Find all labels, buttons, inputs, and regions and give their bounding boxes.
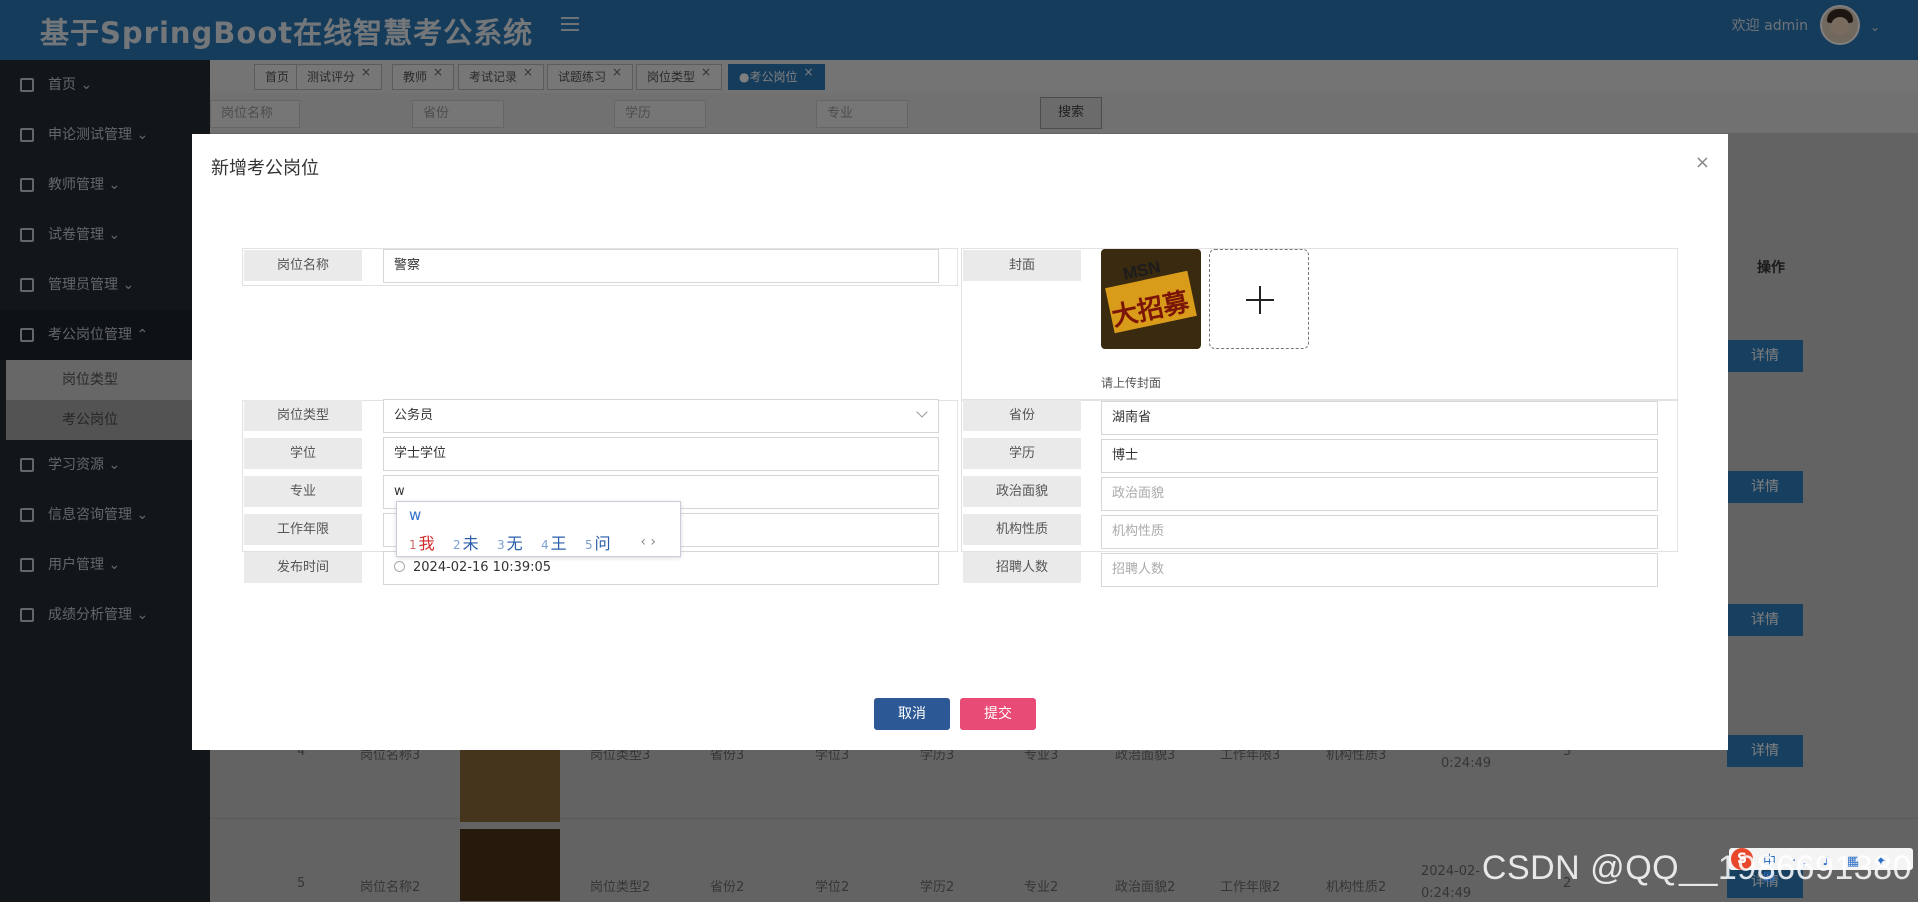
ime-candidate[interactable]: 3无 [497, 530, 523, 554]
add-job-dialog: 新增考公岗位 × 岗位名称 警察 封面 MSN 大招募 请上传封面 岗位类型 公… [192, 134, 1728, 750]
count-field[interactable]: 招聘人数 [1101, 553, 1658, 587]
name-label: 岗位名称 [244, 250, 362, 281]
submit-button[interactable]: 提交 [960, 698, 1036, 730]
degree-field[interactable]: 学士学位 [383, 437, 939, 471]
ime-candidate[interactable]: 2未 [453, 530, 479, 554]
cancel-button[interactable]: 取消 [874, 698, 950, 730]
major-label: 专业 [244, 476, 362, 507]
dialog-title: 新增考公岗位 [211, 158, 319, 179]
politics-label: 政治面貌 [963, 476, 1081, 507]
ime-candidate[interactable]: 4王 [541, 530, 567, 554]
type-label: 岗位类型 [244, 400, 362, 431]
cover-thumbnail[interactable]: MSN 大招募 [1101, 249, 1201, 349]
years-label: 工作年限 [244, 514, 362, 545]
job-name-field[interactable]: 警察 [383, 249, 939, 283]
ime-candidate[interactable]: 1我 [409, 530, 435, 554]
job-type-select[interactable]: 公务员 [383, 399, 939, 433]
org-field[interactable]: 机构性质 [1101, 515, 1658, 549]
province-field[interactable]: 湖南省 [1101, 401, 1658, 435]
politics-field[interactable]: 政治面貌 [1101, 477, 1658, 511]
education-field[interactable]: 博士 [1101, 439, 1658, 473]
upload-cover-button[interactable] [1209, 249, 1309, 349]
province-label: 省份 [963, 400, 1081, 431]
count-label: 招聘人数 [963, 552, 1081, 583]
org-label: 机构性质 [963, 514, 1081, 545]
watermark: CSDN @QQ__1986691380 [1481, 849, 1912, 887]
close-icon[interactable]: × [1695, 152, 1710, 173]
publish-label: 发布时间 [244, 552, 362, 583]
clock-icon [394, 561, 405, 572]
upload-hint: 请上传封面 [1101, 376, 1162, 390]
ime-candidate[interactable]: 5问 [585, 530, 611, 554]
chevron-down-icon [916, 406, 928, 418]
education-label: 学历 [963, 438, 1081, 469]
ime-composition: w [409, 506, 422, 524]
ime-page-arrows[interactable]: ‹ › [640, 534, 656, 550]
degree-label: 学位 [244, 438, 362, 469]
ime-candidate-popup: w 1我 2未 3无 4王 5问 ‹ › [396, 501, 681, 557]
cover-label: 封面 [963, 250, 1081, 281]
